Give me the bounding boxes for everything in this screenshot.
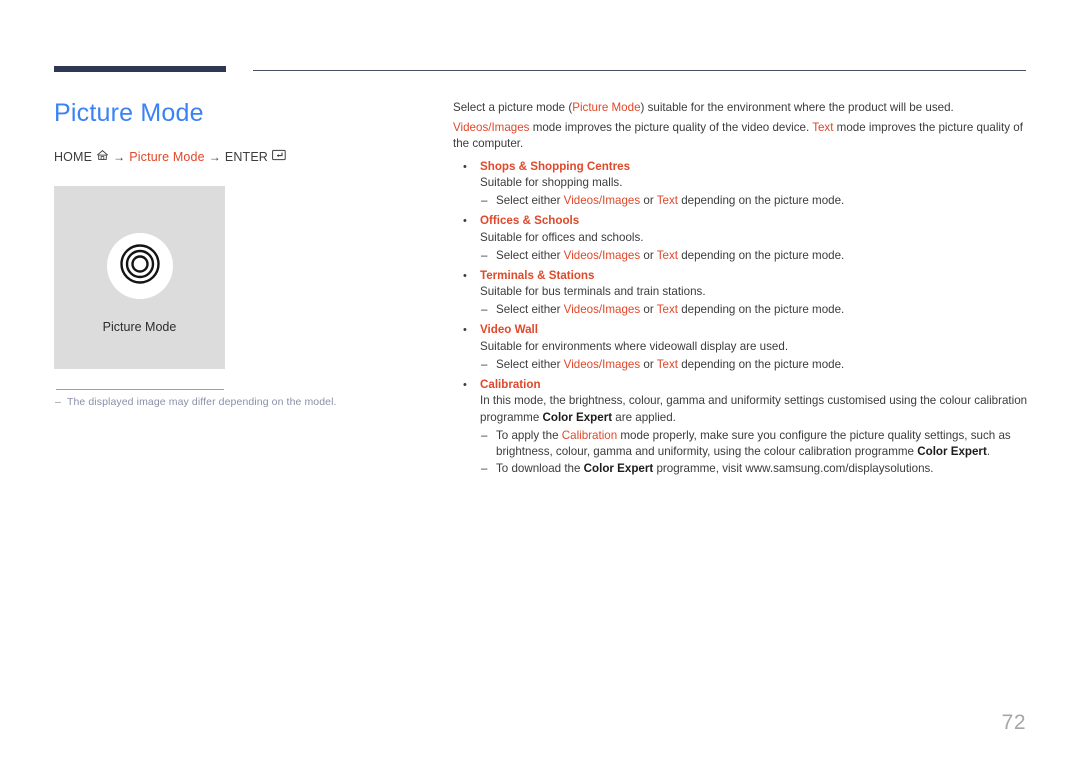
subnote-accent-text: Text — [656, 357, 678, 371]
subnote-accent-videos: Videos/Images — [563, 194, 641, 208]
page-number: 72 — [1001, 711, 1026, 734]
subnote-text-b: or — [640, 357, 657, 371]
list-item: – Select either Videos/Images or Text dep… — [480, 357, 1028, 373]
calibration-desc-bold: Color Expert — [542, 410, 613, 424]
list-item: • Terminals & Stations Suitable for bus … — [453, 268, 1028, 318]
dash-marker: – — [481, 194, 488, 208]
intro-paragraph-1: Select a picture mode (Picture Mode) sui… — [453, 100, 1028, 116]
list-item: – Select either Videos/Images or Text dep… — [480, 193, 1028, 209]
left-column: Picture Mode HOME → Picture Mode → ENTER — [54, 96, 424, 164]
bullet-marker: • — [463, 378, 467, 391]
dash-marker: – — [481, 461, 488, 475]
figure-note-dash: – — [55, 396, 61, 408]
subnote-text-a: Select either — [496, 194, 564, 208]
main-content: Select a picture mode (Picture Mode) sui… — [453, 100, 1028, 481]
dash-marker: – — [481, 357, 488, 371]
figure-icon-circle — [106, 233, 173, 299]
breadcrumb-arrow-1: → — [113, 149, 126, 164]
list-item: • Shops & Shopping Centres Suitable for … — [453, 159, 1028, 209]
home-icon — [96, 149, 109, 164]
option-subnotes: – Select either Videos/Images or Text dep… — [480, 248, 1028, 264]
calibration-desc-b: are applied. — [612, 410, 676, 424]
option-description: Suitable for shopping malls. — [480, 176, 623, 190]
option-heading: Offices & Schools — [480, 214, 580, 228]
picture-mode-options-list: • Shops & Shopping Centres Suitable for … — [453, 159, 1028, 477]
subnote-text-b: or — [640, 194, 657, 208]
intro-2-accent-videos: Videos/Images — [453, 121, 530, 135]
calibration-sub2-bold: Color Expert — [583, 461, 654, 475]
breadcrumb-picture-mode[interactable]: Picture Mode — [129, 150, 204, 164]
header-accent-bar — [54, 66, 226, 72]
option-subnotes: – Select either Videos/Images or Text dep… — [480, 302, 1028, 318]
intro-paragraph-2: Videos/Images mode improves the picture … — [453, 120, 1028, 152]
option-subnotes: – Select either Videos/Images or Text dep… — [480, 357, 1028, 373]
breadcrumb: HOME → Picture Mode → ENTER — [54, 149, 424, 164]
list-item: – To download the Color Expert programme,… — [480, 461, 1028, 477]
list-item: • Offices & Schools Suitable for offices… — [453, 213, 1028, 263]
calibration-sub1-bold: Color Expert — [917, 444, 987, 458]
option-heading: Video Wall — [480, 323, 538, 337]
subnote-text-c: depending on the picture mode. — [677, 303, 845, 317]
page-header-rules — [0, 0, 1080, 90]
bullet-marker: • — [463, 160, 467, 173]
figure-caption: Picture Mode — [102, 320, 177, 334]
subnote-accent-text: Text — [656, 303, 678, 317]
subnote-text-b: or — [640, 303, 657, 317]
subnote-accent-videos: Videos/Images — [563, 248, 641, 262]
intro-2-text-a: mode improves the picture quality of the… — [529, 121, 813, 135]
page-title: Picture Mode — [54, 99, 204, 127]
option-heading: Terminals & Stations — [480, 268, 595, 282]
subnote-accent-videos: Videos/Images — [563, 303, 641, 317]
list-item: – To apply the Calibration mode properly,… — [480, 428, 1028, 459]
option-description: Suitable for offices and schools. — [480, 230, 644, 244]
subnote-text-a: Select either — [496, 357, 564, 371]
concentric-circles-icon — [117, 241, 163, 292]
breadcrumb-home-label: HOME — [54, 149, 93, 164]
calibration-sub1-c: . — [986, 444, 991, 458]
dash-marker: – — [481, 428, 488, 442]
list-item: • Video Wall Suitable for environments w… — [453, 322, 1028, 372]
dash-marker: – — [481, 248, 488, 262]
list-item-calibration: • Calibration In this mode, the brightne… — [453, 377, 1028, 476]
breadcrumb-enter-label: ENTER — [224, 149, 268, 164]
subnote-text-c: depending on the picture mode. — [677, 194, 845, 208]
breadcrumb-arrow-2: → — [208, 149, 221, 164]
list-item: – Select either Videos/Images or Text dep… — [480, 248, 1028, 264]
option-description: Suitable for bus terminals and train sta… — [480, 285, 706, 299]
intro-1-text-a: Select a picture mode ( — [453, 101, 573, 114]
option-description: Suitable for environments where videowal… — [480, 339, 789, 353]
subnote-accent-text: Text — [656, 248, 678, 262]
calibration-subnotes: – To apply the Calibration mode properly,… — [480, 428, 1028, 476]
subnote-accent-videos: Videos/Images — [563, 357, 641, 371]
figure-note-text: The displayed image may differ depending… — [66, 396, 337, 408]
header-divider-line — [253, 70, 1026, 71]
bullet-marker: • — [463, 215, 467, 228]
intro-1-text-b: ) suitable for the environment where the… — [640, 101, 954, 114]
calibration-sub2-b: programme, visit www.samsung.com/display… — [653, 461, 934, 475]
figure-note-divider — [56, 389, 224, 390]
subnote-text-c: depending on the picture mode. — [677, 357, 845, 371]
enter-key-icon — [272, 149, 286, 164]
calibration-sub1-a: To apply the — [496, 428, 562, 442]
subnote-text-b: or — [640, 248, 657, 262]
dash-marker: – — [481, 303, 488, 317]
option-heading: Shops & Shopping Centres — [480, 159, 631, 173]
list-item: – Select either Videos/Images or Text dep… — [480, 302, 1028, 318]
option-description: In this mode, the brightness, colour, ga… — [480, 393, 1028, 426]
option-heading: Calibration — [480, 377, 541, 391]
intro-1-accent: Picture Mode — [572, 101, 641, 114]
subnote-accent-text: Text — [656, 194, 678, 208]
intro-2-accent-text: Text — [812, 121, 834, 135]
bullet-marker: • — [463, 269, 467, 282]
calibration-sub2-a: To download the — [496, 461, 584, 475]
calibration-sub1-accent: Calibration — [561, 428, 618, 442]
subnote-text-a: Select either — [496, 303, 564, 317]
option-subnotes: – Select either Videos/Images or Text dep… — [480, 193, 1028, 209]
picture-mode-figure: Picture Mode — [54, 186, 225, 369]
figure-note: – The displayed image may differ dependi… — [55, 396, 415, 408]
bullet-marker: • — [463, 324, 467, 337]
subnote-text-c: depending on the picture mode. — [677, 248, 845, 262]
subnote-text-a: Select either — [496, 248, 564, 262]
